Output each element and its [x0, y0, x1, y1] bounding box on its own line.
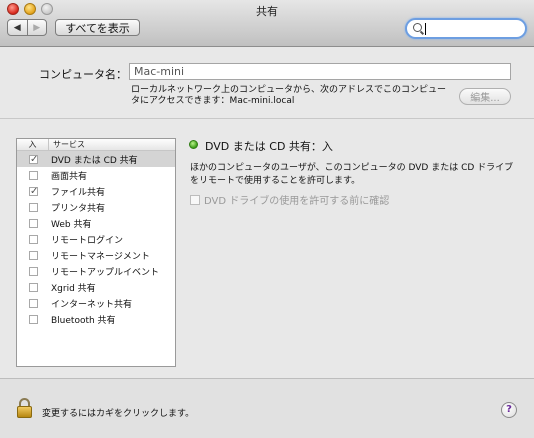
- services-list[interactable]: 入 サービス DVD または CD 共有画面共有ファイル共有プリンタ共有 Web …: [16, 138, 176, 367]
- service-checkbox[interactable]: [29, 250, 38, 260]
- service-checkbox[interactable]: [29, 186, 38, 196]
- service-label: Bluetooth 共有: [51, 315, 116, 326]
- service-row[interactable]: プリンタ共有: [17, 199, 175, 215]
- forward-button[interactable]: ▶: [26, 20, 47, 35]
- service-row[interactable]: ファイル共有: [17, 183, 175, 199]
- service-label: ファイル共有: [51, 187, 106, 198]
- service-row[interactable]: Xgrid 共有: [17, 279, 175, 295]
- confirm-option: DVD ドライブの使用を許可する前に確認: [190, 192, 389, 207]
- computer-name-field[interactable]: Mac-mini: [129, 63, 511, 80]
- status-indicator-icon: [189, 140, 198, 149]
- service-checkbox[interactable]: [29, 170, 38, 180]
- search-input[interactable]: [405, 18, 527, 39]
- service-row[interactable]: リモートマネージメント: [17, 247, 175, 263]
- text-caret: [425, 23, 426, 35]
- service-label: Web 共有: [51, 219, 92, 230]
- service-row[interactable]: Bluetooth 共有: [17, 311, 175, 327]
- computer-name-label: コンピュータ名：: [39, 68, 127, 81]
- service-row[interactable]: リモートログイン: [17, 231, 175, 247]
- confirm-checkbox[interactable]: [190, 194, 200, 205]
- back-button[interactable]: ◀: [8, 20, 27, 35]
- confirm-label: DVD ドライブの使用を許可する前に確認: [204, 196, 390, 207]
- edit-button[interactable]: 編集...: [459, 88, 511, 105]
- service-label: プリンタ共有: [51, 203, 106, 214]
- navigation-segment: ◀ ▶: [7, 19, 47, 36]
- section-divider: [0, 118, 534, 119]
- service-checkbox[interactable]: [29, 202, 38, 212]
- service-description: ほかのコンピュータのユーザが、このコンピュータの DVD または CD ドライブ…: [190, 163, 514, 186]
- service-label: Xgrid 共有: [51, 283, 96, 294]
- lock-message: 変更するにはカギをクリックします。: [42, 409, 195, 419]
- window-title: 共有: [256, 5, 278, 18]
- service-label: インターネット共有: [51, 299, 133, 310]
- service-label: DVD または CD 共有: [51, 155, 138, 166]
- help-button[interactable]: ?: [501, 402, 517, 418]
- services-rows: DVD または CD 共有画面共有ファイル共有プリンタ共有 Web 共有リモートロ…: [17, 151, 175, 327]
- service-checkbox[interactable]: [29, 298, 38, 308]
- service-row[interactable]: インターネット共有: [17, 295, 175, 311]
- lock-icon[interactable]: [17, 398, 32, 418]
- show-all-button[interactable]: すべてを表示: [55, 19, 140, 36]
- search-icon: [413, 23, 422, 32]
- service-checkbox[interactable]: [29, 154, 38, 164]
- service-checkbox[interactable]: [29, 266, 38, 276]
- computer-name-description: ローカルネットワーク上のコンピュータから、次のアドレスでこのコンピュータにアクセ…: [131, 85, 447, 106]
- service-checkbox[interactable]: [29, 314, 38, 324]
- service-status: DVD または CD 共有：入: [205, 140, 333, 153]
- services-list-header: 入 サービス: [17, 139, 175, 151]
- service-row[interactable]: リモートアップルイベント: [17, 263, 175, 279]
- service-label: リモートログイン: [51, 235, 124, 246]
- service-checkbox[interactable]: [29, 218, 38, 228]
- service-checkbox[interactable]: [29, 234, 38, 244]
- service-label: リモートアップルイベント: [51, 267, 160, 278]
- service-row[interactable]: DVD または CD 共有: [17, 151, 175, 167]
- service-label: リモートマネージメント: [51, 251, 150, 262]
- window-titlebar: 共有 ◀ ▶ すべてを表示: [0, 0, 534, 47]
- service-row[interactable]: Web 共有: [17, 215, 175, 231]
- header-on[interactable]: 入: [17, 139, 49, 150]
- service-checkbox[interactable]: [29, 282, 38, 292]
- service-label: 画面共有: [51, 171, 88, 182]
- header-service[interactable]: サービス: [49, 139, 85, 150]
- service-row[interactable]: 画面共有: [17, 167, 175, 183]
